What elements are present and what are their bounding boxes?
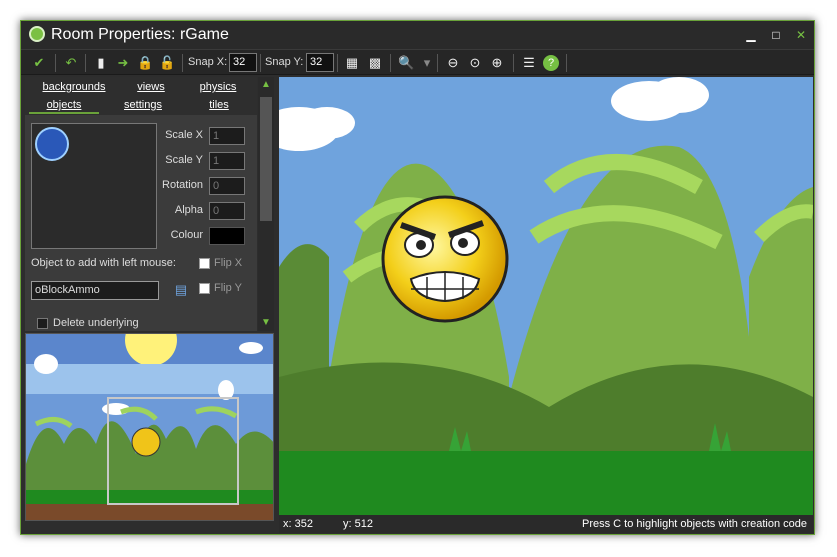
object-picker-icon[interactable]: ▤ xyxy=(173,282,189,298)
room-canvas[interactable] xyxy=(279,77,813,515)
left-panel: backgrounds views physics objects settin… xyxy=(25,77,257,331)
scale-y-field[interactable]: 1 xyxy=(209,152,245,170)
zoom-out-icon[interactable]: ⊖ xyxy=(445,55,461,71)
shift-arrow-icon[interactable]: ➜ xyxy=(115,55,131,71)
undo-icon[interactable]: ↶ xyxy=(63,55,79,71)
status-hint: Press C to highlight objects with creati… xyxy=(581,518,807,530)
tab-physics[interactable]: physics xyxy=(183,78,253,96)
status-y: y: 512 xyxy=(343,518,373,530)
toolbar-separator xyxy=(85,54,86,72)
tab-backgrounds[interactable]: backgrounds xyxy=(29,78,119,96)
left-panel-scrollbar[interactable]: ▲ ▼ xyxy=(258,77,274,331)
scroll-up-icon[interactable]: ▲ xyxy=(260,79,272,91)
toolbar-separator xyxy=(182,54,183,72)
tab-objects[interactable]: objects xyxy=(29,96,99,114)
toolbar-separator xyxy=(55,54,56,72)
room-properties-window: Room Properties: rGame ▁ □ ✕ ✔ ↶ ▮ ➜ 🔒 🔓… xyxy=(20,20,815,535)
toolbar-separator xyxy=(566,54,567,72)
zoom-in-icon[interactable]: ⊕ xyxy=(489,55,505,71)
status-bar: x: 352 y: 512 Press C to highlight objec… xyxy=(279,515,813,533)
toolbar-separator xyxy=(260,54,261,72)
search-icon[interactable]: 🔍 xyxy=(398,55,414,71)
toolbar: ✔ ↶ ▮ ➜ 🔒 🔓 Snap X: 32 Snap Y: 32 ▦ ▩ 🔍 … xyxy=(21,49,814,75)
delete-underlying-checkbox[interactable] xyxy=(37,318,48,329)
grid-icon[interactable]: ▦ xyxy=(344,55,360,71)
new-document-icon[interactable]: ▮ xyxy=(93,55,109,71)
alpha-field[interactable]: 0 xyxy=(209,202,245,220)
rotation-label: Rotation xyxy=(162,179,203,191)
ok-check-icon[interactable]: ✔ xyxy=(31,55,47,71)
toolbar-separator xyxy=(513,54,514,72)
list-icon[interactable]: ☰ xyxy=(521,55,537,71)
room-scene xyxy=(279,77,813,515)
scale-x-field[interactable]: 1 xyxy=(209,127,245,145)
alpha-label: Alpha xyxy=(174,204,203,216)
close-button[interactable]: ✕ xyxy=(791,27,811,43)
snap-y-label: Snap Y: xyxy=(265,56,304,68)
scale-x-label: Scale X xyxy=(165,129,203,141)
flip-y-checkbox[interactable] xyxy=(199,283,210,294)
tab-tiles[interactable]: tiles xyxy=(185,96,253,114)
delete-underlying-label: Delete underlying xyxy=(53,317,139,329)
scale-y-label: Scale Y xyxy=(165,154,203,166)
toolbar-separator xyxy=(437,54,438,72)
colour-label: Colour xyxy=(170,229,203,241)
flip-x-label: Flip X xyxy=(214,257,243,269)
zoom-reset-icon[interactable]: ⊙ xyxy=(467,55,483,71)
tab-settings[interactable]: settings xyxy=(103,96,183,114)
rotation-field[interactable]: 0 xyxy=(209,177,245,195)
flip-x-checkbox[interactable] xyxy=(199,258,210,269)
isometric-grid-icon[interactable]: ▩ xyxy=(367,55,383,71)
minimize-button[interactable]: ▁ xyxy=(741,27,761,43)
object-preview xyxy=(31,123,157,249)
app-icon xyxy=(29,26,45,42)
room-minimap[interactable] xyxy=(25,333,274,521)
snap-y-input[interactable]: 32 xyxy=(306,53,334,72)
toolbar-separator xyxy=(337,54,338,72)
tab-views[interactable]: views xyxy=(121,78,181,96)
window-title: Room Properties: rGame xyxy=(51,26,229,43)
scrollbar-thumb[interactable] xyxy=(260,97,272,221)
snap-x-input[interactable]: 32 xyxy=(229,53,257,72)
object-properties: Scale X 1 Scale Y 1 Rotation 0 Alpha 0 C… xyxy=(25,117,257,331)
title-bar: Room Properties: rGame ▁ □ ✕ xyxy=(21,21,814,49)
toolbar-separator xyxy=(390,54,391,72)
unlock-icon[interactable]: 🔓 xyxy=(159,55,175,71)
object-select-field[interactable]: oBlockAmmo xyxy=(31,281,159,300)
object-to-add-label: Object to add with left mouse: xyxy=(31,257,176,269)
scroll-down-icon[interactable]: ▼ xyxy=(260,317,272,329)
tab-bar: backgrounds views physics objects settin… xyxy=(25,77,257,115)
lock-icon[interactable]: 🔒 xyxy=(137,55,153,71)
status-x: x: 352 xyxy=(283,518,313,530)
flip-y-label: Flip Y xyxy=(214,282,242,294)
chevron-down-icon[interactable]: ▾ xyxy=(419,55,435,71)
colour-swatch[interactable] xyxy=(209,227,245,245)
help-icon[interactable]: ? xyxy=(543,55,559,71)
snap-x-label: Snap X: xyxy=(188,56,228,68)
minimap-scene xyxy=(26,334,273,520)
object-sprite-thumbnail xyxy=(35,127,69,161)
maximize-button[interactable]: □ xyxy=(766,27,786,43)
